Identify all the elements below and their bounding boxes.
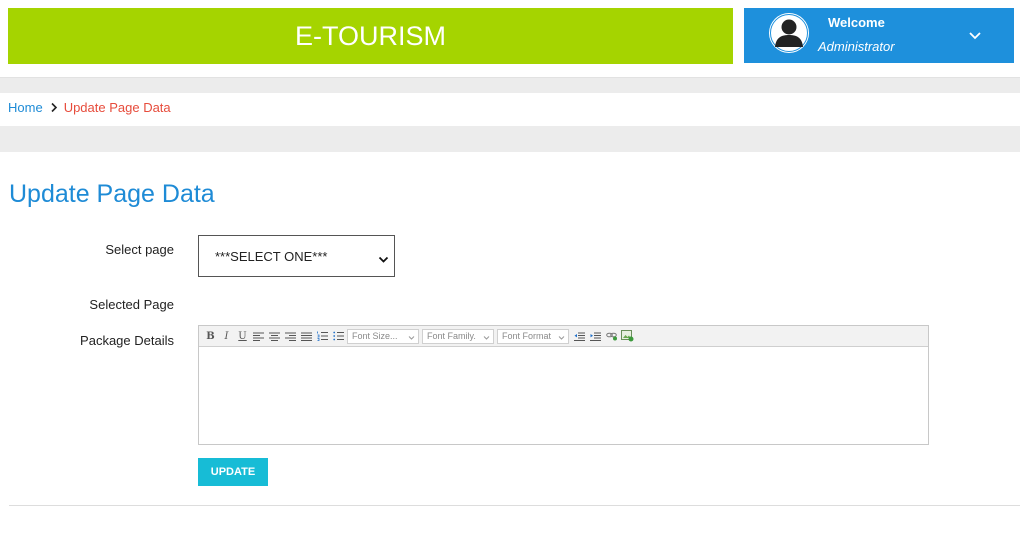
chevron-right-icon [50,102,58,113]
brand-banner: E-TOURISM [8,8,733,64]
align-center-icon[interactable] [267,329,282,344]
chevron-down-icon [558,333,565,343]
italic-icon[interactable]: I [219,329,234,344]
indent-icon[interactable] [588,329,603,344]
unordered-list-icon[interactable] [331,329,346,344]
brand-title: E-TOURISM [294,20,446,51]
chevron-down-icon[interactable] [968,28,982,46]
chevron-down-icon [378,252,389,267]
user-silhouette-icon [770,14,808,52]
avatar [769,13,809,53]
divider-bar [0,77,1020,93]
divider-line [9,505,1020,506]
font-format-select-label: Font Format [502,331,552,341]
selected-page-label: Selected Page [89,297,174,312]
font-format-select[interactable]: Font Format [497,328,569,344]
role-text: Administrator [818,39,895,54]
align-justify-icon[interactable] [299,329,314,344]
select-page-dropdown[interactable]: ***SELECT ONE*** [198,235,395,277]
breadcrumb: Home Update Page Data [8,100,171,115]
breadcrumb-current: Update Page Data [63,100,171,115]
bold-icon[interactable]: B [203,329,218,344]
underline-icon[interactable]: U [235,329,250,344]
chevron-down-icon [408,333,415,343]
update-button[interactable]: UPDATE [198,458,268,486]
breadcrumb-home-link[interactable]: Home [8,100,43,115]
chevron-down-icon [483,333,490,343]
font-family-select[interactable]: Font Family. [422,328,494,344]
outdent-icon[interactable] [572,329,587,344]
link-icon[interactable] [604,329,619,344]
font-size-select-label: Font Size... [352,331,398,341]
select-page-label: Select page [105,242,174,257]
editor-toolbar: B I U Font Size... Font Family. Font For… [199,326,928,347]
package-details-label: Package Details [80,333,174,348]
select-page-value: ***SELECT ONE*** [215,248,328,264]
page: E-TOURISM Welcome Administrator Home Upd… [0,0,1020,534]
align-right-icon[interactable] [283,329,298,344]
rich-text-editor: B I U Font Size... Font Family. Font For… [198,325,929,445]
page-title: Update Page Data [9,180,215,208]
align-left-icon[interactable] [251,329,266,344]
ordered-list-icon[interactable] [315,329,330,344]
divider-bar [0,126,1020,152]
font-size-select[interactable]: Font Size... [347,328,419,344]
user-menu[interactable]: Welcome Administrator [744,8,1014,63]
welcome-text: Welcome [828,15,885,30]
editor-content-area[interactable] [199,347,928,444]
insert-image-icon[interactable] [620,329,635,344]
font-family-select-label: Font Family. [427,331,476,341]
